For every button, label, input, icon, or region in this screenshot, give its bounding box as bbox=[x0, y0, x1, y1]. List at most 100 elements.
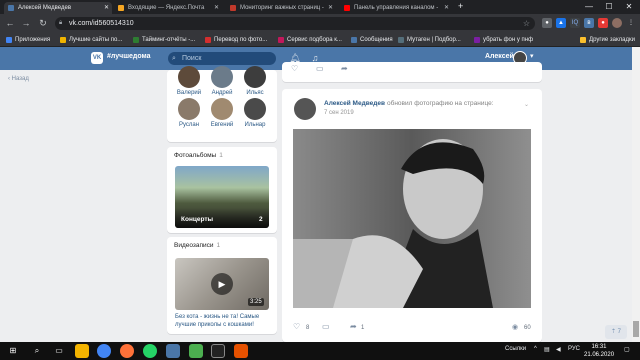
tab-alexey-medvedev[interactable]: Алексей Медведев ✕ bbox=[4, 2, 112, 14]
minimize-button[interactable]: — bbox=[580, 0, 598, 14]
vk-icon[interactable] bbox=[166, 344, 180, 358]
video-title[interactable]: Без кота - жизнь не та! Самые лучшие при… bbox=[175, 313, 271, 329]
taskbar-clock[interactable]: 16:31 21.06.2020 bbox=[584, 343, 614, 359]
chrome-icon[interactable] bbox=[97, 344, 111, 358]
scrollbar-thumb[interactable] bbox=[633, 321, 639, 337]
notifications-icon[interactable]: ▢ bbox=[624, 346, 630, 353]
bookmark-item[interactable]: Тайминг-отчёты -... bbox=[133, 33, 195, 47]
bookmark-item[interactable]: Мутаген | Подбор... bbox=[398, 33, 461, 47]
friend-name: Валерий bbox=[176, 90, 202, 96]
post-author-name[interactable]: Алексей Медведев bbox=[324, 100, 385, 107]
vk-logo-icon[interactable]: VK bbox=[91, 52, 103, 64]
bookmark-label: Мутаген | Подбор... bbox=[407, 37, 461, 43]
links-toolbar[interactable]: Ссылки bbox=[505, 346, 526, 352]
extension-icon[interactable]: ● bbox=[542, 18, 552, 28]
album-concerts[interactable]: Концерты 2 bbox=[175, 166, 269, 228]
comment-icon[interactable]: ▭ bbox=[322, 322, 330, 331]
app-icon[interactable] bbox=[234, 344, 248, 358]
bookmark-label: Лучшие сайты по... bbox=[69, 37, 123, 43]
share-arrow-icon[interactable]: ➦ bbox=[341, 64, 348, 73]
like-heart-icon[interactable]: ♡ bbox=[293, 322, 300, 331]
friend-avatar bbox=[211, 98, 233, 120]
back-arrow-icon[interactable]: ← bbox=[4, 17, 16, 29]
tab-youtube-studio[interactable]: Панель управления каналом - ✕ bbox=[340, 2, 452, 14]
close-window-button[interactable]: ✕ bbox=[620, 0, 638, 14]
forward-arrow-icon[interactable]: → bbox=[20, 17, 32, 29]
post-photo[interactable] bbox=[293, 129, 531, 308]
menu-dots-icon[interactable]: ⋮ bbox=[626, 18, 636, 28]
post-author-avatar[interactable] bbox=[294, 98, 316, 120]
bookmark-star-icon[interactable]: ☆ bbox=[523, 17, 530, 30]
bookmark-item[interactable]: Перевод по фото... bbox=[205, 33, 267, 47]
bookmark-label: Сообщения bbox=[360, 37, 393, 43]
task-view-icon[interactable]: ▭ bbox=[52, 344, 66, 358]
videos-title[interactable]: Видеозаписи 1 bbox=[174, 242, 220, 249]
reload-icon[interactable]: ↻ bbox=[37, 17, 49, 29]
bookmark-apps[interactable]: Приложения bbox=[6, 33, 50, 47]
extension-icon[interactable]: ● bbox=[598, 18, 608, 28]
vk-tagline[interactable]: #лучшедома bbox=[107, 53, 151, 60]
file-explorer-icon[interactable] bbox=[75, 344, 89, 358]
bookmark-item[interactable]: Сообщения bbox=[351, 33, 393, 47]
close-tab-icon[interactable]: ✕ bbox=[214, 2, 219, 14]
url-text: vk.com/id560514310 bbox=[69, 20, 134, 27]
profile-avatar-icon[interactable] bbox=[612, 18, 622, 28]
folder-icon bbox=[60, 37, 66, 43]
friend-item[interactable]: Валерий bbox=[173, 66, 205, 96]
bookmark-item[interactable]: убрать фон у пнф bbox=[474, 33, 533, 47]
post-date[interactable]: 7 сен 2019 bbox=[324, 110, 354, 116]
bookmark-item[interactable]: Лучшие сайты по... bbox=[60, 33, 122, 47]
chevron-down-icon[interactable]: ▾ bbox=[530, 52, 534, 60]
post-menu-chevron-icon[interactable]: ⌄ bbox=[524, 101, 529, 108]
close-tab-icon[interactable]: ✕ bbox=[104, 2, 109, 14]
friend-item[interactable]: Ильяс bbox=[239, 66, 271, 96]
lock-icon: 🔒︎ bbox=[59, 20, 63, 26]
comment-icon[interactable]: ▭ bbox=[316, 64, 324, 73]
like-heart-icon[interactable]: ♡ bbox=[291, 64, 298, 73]
extension-vk-icon[interactable]: в bbox=[584, 18, 594, 28]
tray-up-chevron-icon[interactable]: ^ bbox=[534, 346, 537, 352]
close-tab-icon[interactable]: ✕ bbox=[444, 2, 449, 14]
back-link[interactable]: ‹ Назад bbox=[8, 76, 29, 82]
tab-label: Панель управления каналом - bbox=[354, 5, 439, 11]
bookmark-other[interactable]: Другие закладки bbox=[580, 33, 635, 47]
tab-label: Алексей Медведев bbox=[18, 5, 72, 11]
vk-user-name[interactable]: Алексей bbox=[485, 53, 514, 60]
firefox-icon[interactable] bbox=[120, 344, 134, 358]
app-icon[interactable] bbox=[211, 344, 225, 358]
friend-item[interactable]: Ильнар bbox=[239, 98, 271, 128]
tab-monitoring[interactable]: Мониторинг важных страниц - ✕ bbox=[226, 2, 336, 14]
language-indicator[interactable]: РУС bbox=[568, 346, 580, 352]
scroll-to-top-button[interactable]: ⇡ 7 bbox=[605, 325, 627, 339]
vk-search-input[interactable]: ⌕ Поиск bbox=[168, 52, 276, 65]
windows-start-icon[interactable]: ⊞ bbox=[6, 344, 20, 358]
video-thumbnail[interactable]: ▶ 3:25 bbox=[175, 258, 269, 310]
close-tab-icon[interactable]: ✕ bbox=[328, 2, 333, 14]
extension-icon[interactable]: ▲ bbox=[556, 18, 566, 28]
block-count: 1 bbox=[216, 242, 221, 249]
search-icon[interactable]: ⌕ bbox=[30, 344, 44, 358]
new-tab-button[interactable]: + bbox=[458, 1, 463, 11]
clock-time: 16:31 bbox=[591, 344, 607, 350]
friend-item[interactable]: Андрей bbox=[206, 66, 238, 96]
friend-item[interactable]: Руслан bbox=[173, 98, 205, 128]
search-icon: ⌕ bbox=[172, 55, 176, 62]
share-arrow-icon[interactable]: ➦ bbox=[350, 322, 357, 331]
play-icon[interactable]: ▶ bbox=[211, 273, 233, 295]
photo-albums-block: Фотоальбомы 1 Концерты 2 bbox=[167, 147, 277, 233]
network-icon[interactable]: ▤ bbox=[544, 346, 550, 353]
friend-name: Руслан bbox=[178, 122, 200, 128]
maximize-button[interactable]: ☐ bbox=[600, 0, 618, 14]
friend-name: Ильяс bbox=[246, 90, 264, 96]
bookmark-item[interactable]: Сервис подбора к... bbox=[278, 33, 342, 47]
page-scrollbar[interactable] bbox=[632, 47, 640, 342]
camtasia-icon[interactable] bbox=[189, 344, 203, 358]
tab-yandex-mail[interactable]: Входящие — Яндекс.Почта ✕ bbox=[114, 2, 222, 14]
address-bar[interactable]: 🔒︎ vk.com/id560514310 ☆ bbox=[55, 17, 535, 30]
whatsapp-icon[interactable] bbox=[143, 344, 157, 358]
block-title-text: Видеозаписи bbox=[174, 242, 214, 249]
friend-item[interactable]: Евгений bbox=[206, 98, 238, 128]
extension-iq-icon[interactable]: IQ bbox=[570, 18, 580, 28]
photo-albums-title[interactable]: Фотоальбомы 1 bbox=[174, 152, 223, 159]
volume-icon[interactable]: ◀︎ bbox=[556, 346, 561, 353]
